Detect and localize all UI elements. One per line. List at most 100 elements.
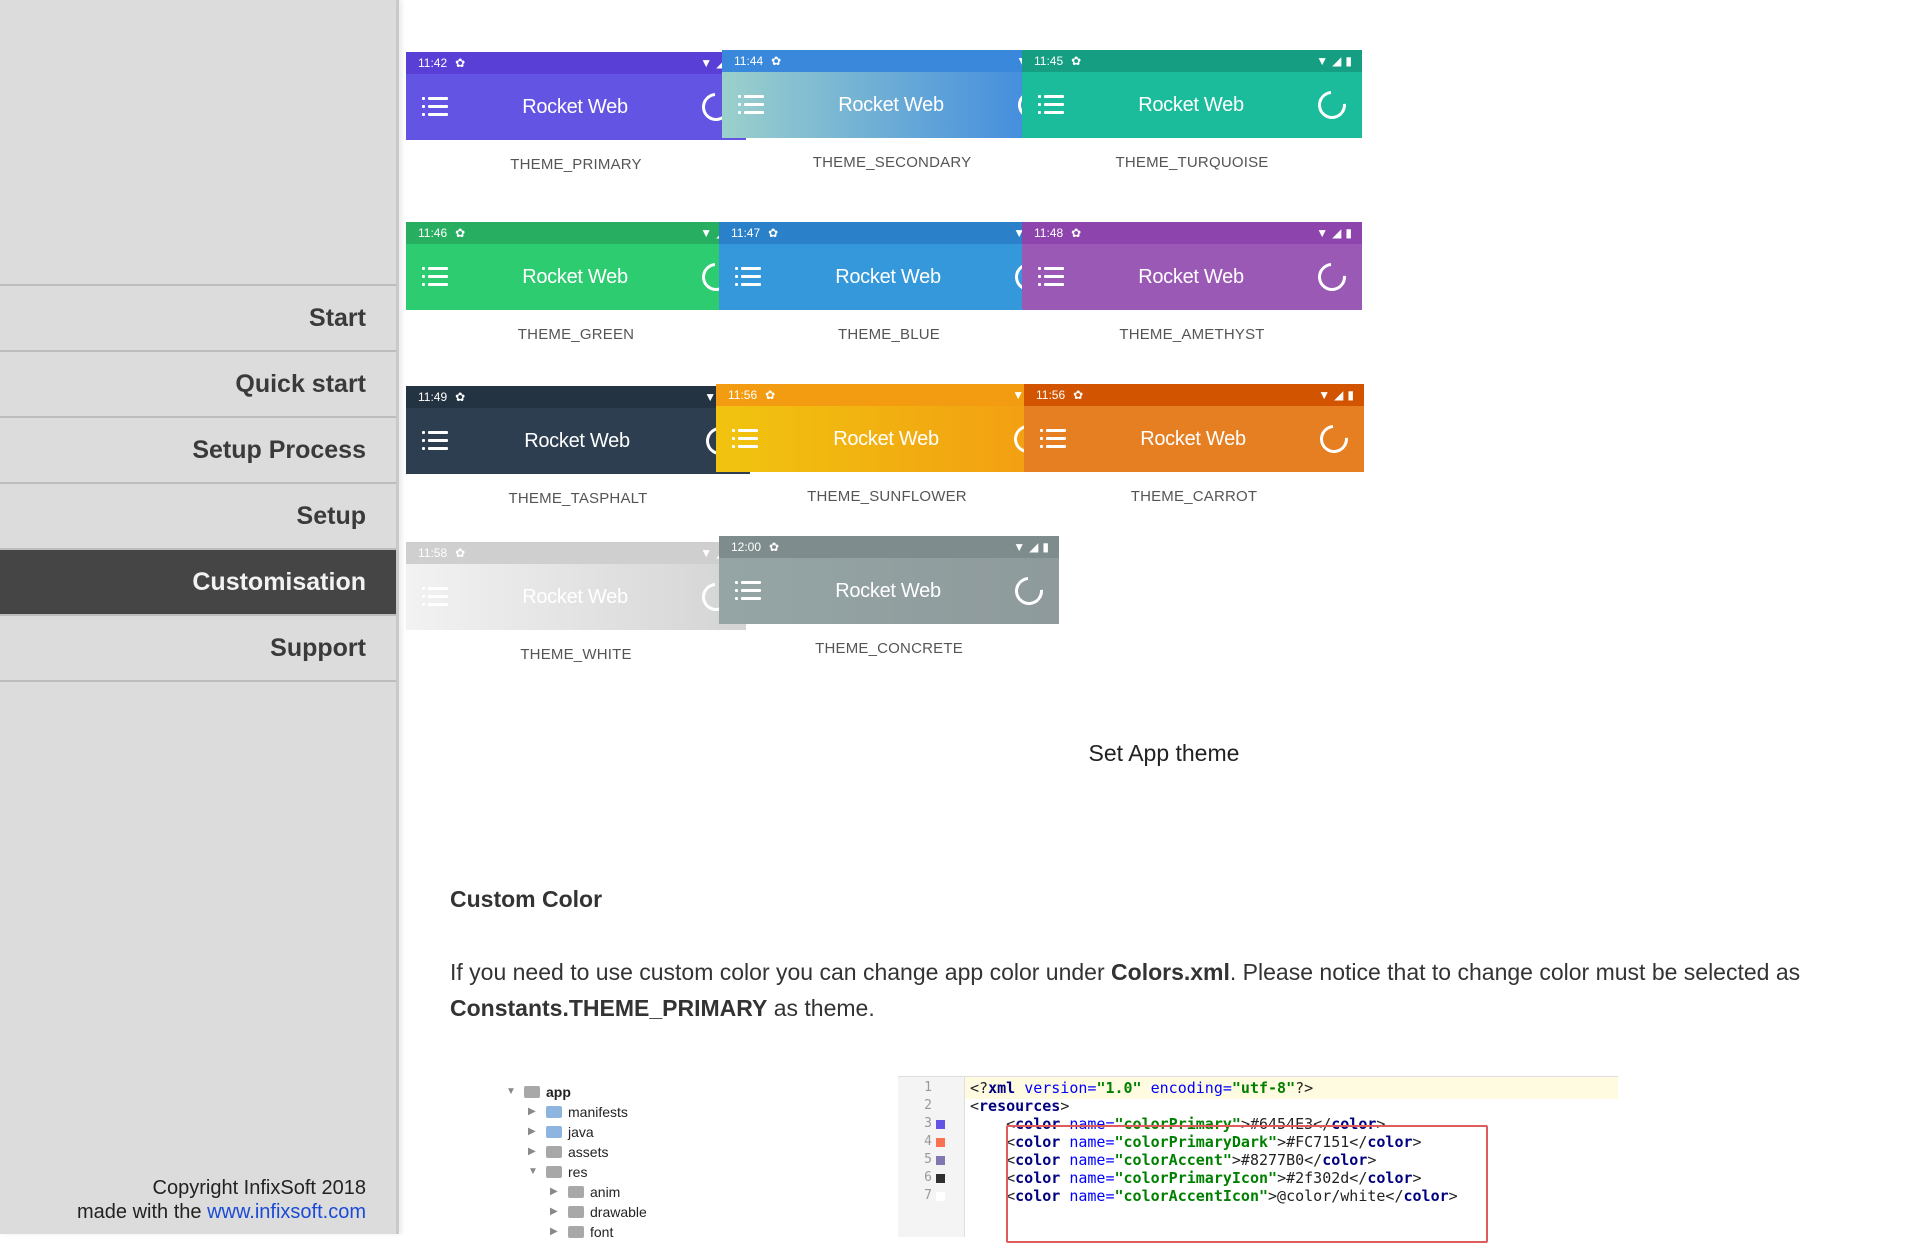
menu-icon	[732, 429, 758, 449]
expand-closed-icon[interactable]: ▶	[528, 1122, 540, 1142]
tree-item-label: font	[590, 1224, 614, 1240]
theme-label: THEME_WHITE	[520, 646, 632, 663]
expand-open-icon[interactable]: ▼	[528, 1162, 540, 1182]
battery-icon: ▮	[1345, 54, 1352, 68]
copyright: Copyright InfixSoft 2018 made with the w…	[77, 1176, 366, 1224]
settings-icon: ✿	[769, 540, 780, 554]
status-bar: 11:58 ✿ ▼ ◢ ▮	[406, 542, 746, 564]
battery-icon: ▮	[1347, 388, 1354, 402]
expand-closed-icon[interactable]: ▶	[528, 1142, 540, 1162]
made-with: made with the www.infixsoft.com	[77, 1200, 366, 1224]
app-toolbar: Rocket Web	[719, 244, 1059, 310]
tree-item[interactable]: ▶ manifests	[506, 1102, 647, 1122]
status-bar: 11:56 ✿ ▼ ◢ ▮	[1024, 384, 1364, 406]
expand-open-icon[interactable]: ▼	[506, 1082, 518, 1102]
color-swatch	[936, 1120, 945, 1129]
tree-item[interactable]: ▶ assets	[506, 1142, 647, 1162]
expand-closed-icon[interactable]: ▶	[550, 1222, 562, 1242]
para-text-3: as theme.	[767, 995, 875, 1021]
tree-item[interactable]: ▶ drawable	[506, 1202, 647, 1222]
nav-item-quick-start[interactable]: Quick start	[0, 352, 396, 418]
expand-closed-icon[interactable]: ▶	[550, 1182, 562, 1202]
nav-item-setup-process[interactable]: Setup Process	[0, 418, 396, 484]
infixsoft-link[interactable]: www.infixsoft.com	[207, 1201, 366, 1223]
app-toolbar: Rocket Web	[1024, 406, 1364, 472]
tree-item-label: drawable	[590, 1204, 647, 1220]
app-title: Rocket Web	[835, 265, 941, 288]
folder-icon	[546, 1146, 562, 1158]
app-title: Rocket Web	[1140, 427, 1246, 450]
status-bar: 11:47 ✿ ▼ ◢ ▮	[719, 222, 1059, 244]
theme-label: THEME_AMETHYST	[1119, 326, 1265, 343]
menu-icon	[735, 581, 761, 601]
app-title: Rocket Web	[1138, 265, 1244, 288]
main-content: 11:42 ✿ ▼ ◢ ▮ Rocket Web THEME_PRIM	[396, 0, 1932, 1243]
tree-item[interactable]: ▶ java	[506, 1122, 647, 1142]
theme-preview: 11:56 ✿ ▼ ◢ ▮ Rocket Web	[1024, 384, 1364, 472]
theme-preview: 11:48 ✿ ▼ ◢ ▮ Rocket Web	[1022, 222, 1362, 310]
expand-closed-icon[interactable]: ▶	[550, 1202, 562, 1222]
folder-icon	[546, 1166, 562, 1178]
theme-label: THEME_GREEN	[517, 326, 635, 343]
settings-icon: ✿	[768, 226, 779, 240]
tree-item[interactable]: ▶ anim	[506, 1182, 647, 1202]
app-title: Rocket Web	[522, 95, 628, 118]
tree-item-label: manifests	[568, 1104, 628, 1120]
figure-caption: Set App theme	[1088, 740, 1240, 766]
nav-item-customisation[interactable]: Customisation	[0, 550, 396, 616]
refresh-icon	[1312, 257, 1352, 297]
status-bar: 11:48 ✿ ▼ ◢ ▮	[1022, 222, 1362, 244]
settings-icon: ✿	[455, 390, 466, 404]
wifi-icon: ▼	[700, 546, 713, 560]
color-swatch	[936, 1156, 945, 1165]
app-toolbar: Rocket Web	[719, 558, 1059, 624]
theme-preview: 11:47 ✿ ▼ ◢ ▮ Rocket Web	[719, 222, 1059, 310]
section-heading: Custom Color	[450, 886, 603, 912]
status-time: 11:49	[418, 390, 448, 404]
custom-color-paragraph: If you need to use custom color you can …	[450, 954, 1890, 1026]
app-toolbar: Rocket Web	[406, 244, 746, 310]
status-bar: 11:56 ✿ ▼ ◢ ▮	[716, 384, 1058, 406]
menu-icon	[422, 97, 448, 117]
color-swatch	[936, 1138, 945, 1147]
folder-icon	[568, 1226, 584, 1238]
settings-icon: ✿	[455, 56, 466, 70]
status-time: 12:00	[731, 540, 762, 554]
settings-icon: ✿	[771, 54, 782, 68]
wifi-icon: ▼	[1316, 54, 1329, 68]
nav-item-start[interactable]: Start	[0, 286, 396, 352]
status-bar: 11:42 ✿ ▼ ◢ ▮	[406, 52, 746, 74]
theme-label: THEME_BLUE	[837, 326, 941, 343]
tree-item[interactable]: ▶ font	[506, 1222, 647, 1242]
color-highlight-box	[1006, 1125, 1488, 1243]
tree-item-label: app	[546, 1084, 571, 1100]
theme-card: 11:48 ✿ ▼ ◢ ▮ Rocket Web THEME_AMETHYST	[1022, 222, 1362, 343]
app-title: Rocket Web	[838, 93, 944, 116]
expand-closed-icon[interactable]: ▶	[528, 1102, 540, 1122]
theme-preview: 11:44 ✿ ▼ ◢ ▮ Rocket Web	[722, 50, 1062, 138]
wifi-icon: ▼	[1012, 388, 1025, 402]
settings-icon: ✿	[1071, 226, 1082, 240]
status-time: 11:42	[418, 56, 448, 70]
tree-item[interactable]: ▼ app	[506, 1082, 647, 1102]
copyright-text: Copyright InfixSoft 2018	[152, 1177, 366, 1199]
nav-item-support[interactable]: Support	[0, 616, 396, 682]
app-toolbar: Rocket Web	[1022, 72, 1362, 138]
tree-item[interactable]: ▼ res	[506, 1162, 647, 1182]
para-bold-colors-xml: Colors.xml	[1111, 959, 1230, 985]
status-time: 11:47	[731, 226, 761, 240]
app-toolbar: Rocket Web	[722, 72, 1062, 138]
theme-label: THEME_TASPHALT	[508, 490, 648, 507]
battery-icon: ▮	[1042, 540, 1049, 554]
refresh-icon	[1009, 571, 1049, 611]
color-swatch	[936, 1192, 945, 1201]
signal-icon: ◢	[1332, 226, 1342, 240]
menu-icon	[422, 267, 448, 287]
tree-item-label: res	[568, 1164, 588, 1180]
sidebar-nav: Start Quick start Setup Process Setup Cu…	[0, 284, 396, 682]
para-bold-theme-primary: Constants.THEME_PRIMARY	[450, 995, 768, 1021]
wifi-icon: ▼	[1316, 226, 1329, 240]
theme-preview: 11:46 ✿ ▼ ◢ ▮ Rocket Web	[406, 222, 746, 310]
refresh-icon	[1312, 85, 1352, 125]
nav-item-setup[interactable]: Setup	[0, 484, 396, 550]
